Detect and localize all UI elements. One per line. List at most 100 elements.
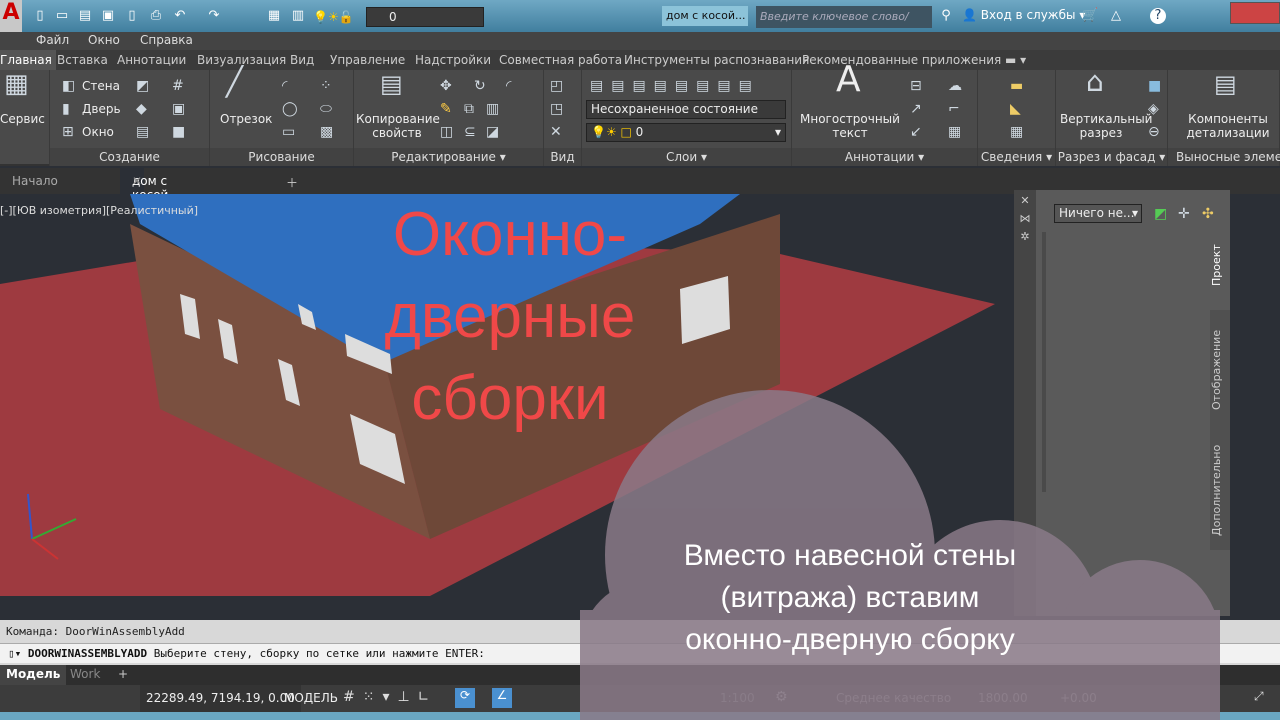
line-button[interactable]: Отрезок [220,112,272,126]
tab-manage[interactable]: Управление [330,53,405,67]
panel-title-section[interactable]: Разрез и фасад ▾ [1056,148,1167,166]
help-icon[interactable]: ? [1150,8,1166,24]
document-title: дом с косой... [662,6,748,26]
new-icon[interactable]: ▯ [32,8,48,24]
annotation-scale[interactable]: 1:100 [720,691,755,705]
panel-layers: ▤▤▤▤▤▤▤▤ Несохраненное состояние слоя▾ 💡… [582,70,792,166]
add-layout-icon[interactable]: + [118,667,128,681]
tab-work[interactable]: Work [62,665,108,685]
fullscreen-icon[interactable]: ⤢ [1254,689,1264,704]
cloud-save-icon[interactable]: ▯ [124,8,140,24]
display-quality[interactable]: Среднее качество [836,691,951,705]
layer-value: 0 [389,10,397,24]
panel-title-layers[interactable]: Слои ▾ [582,148,791,166]
binoculars-icon[interactable]: ⚲ [938,8,954,24]
panel-title-annotation[interactable]: Аннотации ▾ [792,148,977,166]
erase-icon: ✎ [440,101,452,117]
panel-annotation: A Многострочный текст ⊟ ☁ ↗ ⌐ ↙ ▦ Аннотации… [792,62,978,166]
door-icon: ▮ [62,101,70,117]
pick-icon[interactable]: ✛ [1178,206,1190,222]
quick-select-icon[interactable]: ◩ [1154,206,1167,222]
detail-components-button[interactable]: Компоненты детализации [1178,112,1278,140]
panel-modify: ▤ Копирование свойств ✥ ↻ ◜ ✎ ⧉ ▥ ◫ ⊆ ◪ Редакт… [354,70,544,166]
match-icon[interactable]: ▦ [266,8,282,24]
tab-collaborate[interactable]: Совместная работа [499,53,622,67]
service-button[interactable]: Сервис [0,112,45,126]
tab-home[interactable]: Главная [0,50,56,70]
selection-dropdown[interactable]: Ничего не... ▾ [1054,204,1142,223]
layer-dropdown[interactable]: 💡☀🔓 0 [313,7,484,27]
model-space-button[interactable]: МОДЕЛЬ [284,691,338,705]
layer-value-ribbon: 0 [635,125,644,139]
new-tab-icon[interactable]: ＋ [286,174,298,191]
copy-properties-button[interactable]: Копирование свойств [356,112,440,140]
offset-value[interactable]: +0.00 [1060,691,1097,705]
search-input[interactable]: Введите ключевое слово/фразу [756,6,932,45]
save-icon[interactable]: ▤ [77,8,93,24]
layer-state-dropdown[interactable]: Несохраненное состояние слоя▾ [586,100,786,133]
tab-options-icon[interactable]: ▬ ▾ [1005,53,1026,67]
command-prompt: Выберите стену, сборку по сетке или нажм… [153,647,485,660]
tab-display[interactable]: Отображение [1210,310,1230,430]
line-icon: ╱ [226,65,243,98]
props-icon[interactable]: ▥ [290,8,306,24]
tab-insert[interactable]: Вставка [57,53,108,67]
signin-button[interactable]: 👤 Вход в службы ▾ [962,8,1085,22]
a360-icon[interactable]: △ [1108,8,1124,24]
panel-title-modify[interactable]: Редактирование ▾ [354,148,543,166]
palette-scrollbar[interactable] [1042,232,1046,492]
panel-title-info[interactable]: Сведения ▾ [978,148,1055,166]
elevation-value[interactable]: 1800.00 [978,691,1028,705]
vertical-section-button[interactable]: Вертикальный разрез [1060,112,1152,140]
menu-file[interactable]: Файл [36,33,69,47]
window-controls[interactable] [1230,2,1280,24]
polar-tracking-icon[interactable]: ⟳ [455,688,475,708]
panel-title-draw: Рисование [210,148,353,166]
move-icon: ✥ [440,78,452,94]
palette-autohide-icon[interactable]: ⋈ [1014,210,1036,228]
redo-icon[interactable]: ↷ [206,8,222,24]
mtext-button[interactable]: Многострочный текст [800,112,900,140]
tab-addins[interactable]: Надстройки [415,53,491,67]
menu-help[interactable]: Справка [140,33,193,47]
save-as-icon[interactable]: ▣ [100,8,116,24]
measure-icon: ▬ [1010,78,1024,94]
annotation-title: Аннотации [844,150,915,164]
layer-dropdown-ribbon[interactable]: 💡☀ □ 0 ▾ [586,123,786,142]
palette-close-icon[interactable]: ✕ [1014,192,1036,210]
tab-view[interactable]: Вид [290,53,314,67]
tab-project[interactable]: Проект [1210,220,1230,310]
open-icon[interactable]: ▭ [54,8,70,24]
overlay-line-3: сборки [411,364,609,433]
panel-section: ⌂ Вертикальный разрез ■ ◈ ⊖ Разрез и фас… [1056,68,1168,166]
print-icon[interactable]: ⎙ [148,8,164,24]
tab-recognition[interactable]: Инструменты распознавания [624,53,809,67]
isodraft-icon[interactable]: ∠ [492,688,512,708]
window-button[interactable]: Окно [82,125,114,139]
tab-model[interactable]: Модель [0,665,67,685]
gear-icon[interactable]: ⚙ [775,689,788,705]
cart-icon[interactable]: 🛒 [1082,8,1098,24]
caption-line-3: оконно-дверную сборку [685,623,1015,656]
close-tab-icon[interactable]: ✕ [132,174,142,188]
menu-window[interactable]: Окно [88,33,120,47]
view-cube-icon: ◰ [550,78,564,94]
panel-title-view: Вид [544,148,581,166]
box-section-icon: ■ [1148,78,1162,94]
panel-create: ◧ Стена ▮ Дверь ⊞ Окно ◩ # ◆ ▣ ▤ ■ Создание [50,70,210,166]
leader2-icon: ↙ [910,124,922,140]
drafting-tools-icons[interactable]: #⁙▾⊥∟ [343,689,437,705]
detail-components-icon: ▤ [1214,70,1237,98]
tab-featured-apps[interactable]: Рекомендованные приложения [802,53,1001,67]
undo-icon[interactable]: ↶ [172,8,188,24]
viewport-controls-label[interactable]: [-][ЮВ изометрия][Реалистичный] [0,204,198,217]
tools-icon: ▦ [4,69,29,99]
door-button[interactable]: Дверь [82,102,121,116]
tab-annotate[interactable]: Аннотации [117,53,186,67]
wall-icon: ◧ [62,78,76,94]
tab-extended[interactable]: Дополнительно [1210,430,1230,550]
tab-start[interactable]: Начало [12,174,58,188]
wall-button[interactable]: Стена [82,79,120,93]
palette-settings-icon[interactable]: ✲ [1014,228,1036,246]
tab-drawing[interactable]: дом с косой стеной* ✕ [120,168,182,216]
